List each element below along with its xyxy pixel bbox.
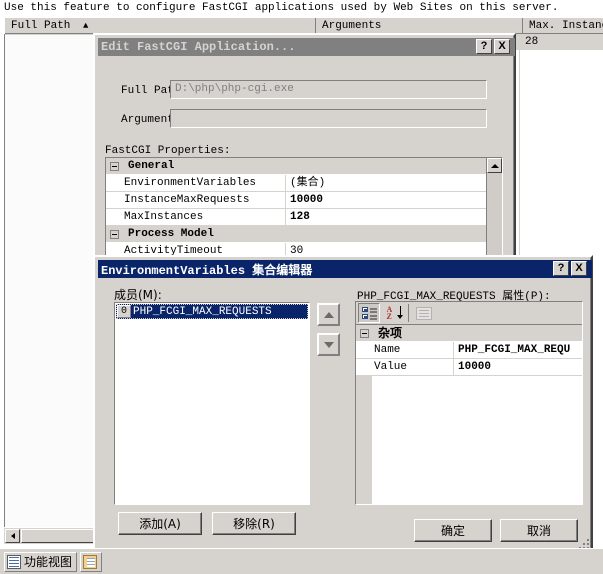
property-pages-icon (416, 307, 432, 320)
members-listbox[interactable]: 0 PHP_FCGI_MAX_REQUESTS (114, 302, 310, 505)
alphabetical-sort-button[interactable]: A Z (382, 303, 404, 323)
collection-editor-titlebar[interactable]: EnvironmentVariables 集合编辑器 (98, 260, 592, 278)
horizontal-scrollbar[interactable] (4, 527, 103, 544)
edit-dialog-title-buttons: ? X (476, 39, 510, 54)
cancel-button[interactable]: 取消 (500, 519, 578, 542)
full-path-input[interactable]: D:\php\php-cgi.exe (170, 80, 487, 99)
list-item-index: 0 (117, 305, 131, 318)
edit-dialog-titlebar[interactable]: Edit FastCGI Application... (98, 38, 515, 56)
grid-left-pane (5, 35, 102, 531)
help-button[interactable]: ? (476, 39, 492, 54)
collapse-icon[interactable] (110, 162, 119, 171)
collection-editor-title-buttons: ? X (553, 261, 587, 276)
features-view-icon (7, 555, 21, 569)
property-name: MaxInstances (106, 209, 286, 225)
grid-header: Full Path ▲ Arguments Max. Instance (4, 17, 603, 34)
property-name: EnvironmentVariables (106, 175, 286, 191)
ok-button[interactable]: 确定 (414, 519, 492, 542)
ok-button-label: 确定 (441, 522, 465, 539)
property-value[interactable]: (集合) (286, 175, 502, 191)
arguments-input[interactable] (170, 109, 487, 128)
property-value[interactable]: 10000 (454, 359, 582, 375)
cancel-button-label: 取消 (527, 522, 551, 539)
property-category-process-model-label: Process Model (128, 228, 214, 240)
categorized-view-icon (362, 307, 377, 320)
scroll-left-button[interactable] (5, 529, 20, 543)
collection-editor-title: EnvironmentVariables 集合编辑器 (101, 261, 312, 278)
property-row-value[interactable]: Value 10000 (356, 359, 582, 376)
close-button[interactable]: X (571, 261, 587, 276)
view-tabbar: 功能视图 (0, 548, 603, 574)
collection-editor-dialog: EnvironmentVariables 集合编辑器 ? X 成员(M): 0 … (93, 255, 593, 553)
property-category-process-model[interactable]: Process Model (106, 226, 502, 243)
property-name: InstanceMaxRequests (106, 192, 286, 208)
scroll-up-button[interactable] (487, 158, 502, 173)
fastcgi-properties-label: FastCGI Properties: (105, 145, 230, 157)
property-category-misc-label: 杂项 (378, 326, 402, 340)
page-description: Use this feature to configure FastCGI ap… (4, 2, 559, 14)
tab-features-view[interactable]: 功能视图 (4, 552, 77, 572)
edit-dialog-title: Edit FastCGI Application... (101, 40, 295, 54)
cell-max-instances: 28 (519, 34, 603, 50)
property-category-misc[interactable]: 杂项 (356, 325, 582, 342)
list-item-label: PHP_FCGI_MAX_REQUESTS (133, 306, 272, 318)
alphabetical-sort-icon: A Z (386, 306, 401, 320)
property-name: Value (356, 359, 454, 375)
move-up-button[interactable] (317, 303, 340, 326)
property-value[interactable]: 128 (286, 209, 502, 225)
close-button[interactable]: X (494, 39, 510, 54)
content-view-icon (83, 555, 97, 569)
sort-ascending-icon: ▲ (83, 21, 88, 31)
members-label: 成员(M): (114, 286, 162, 303)
property-grid-scrollbar[interactable] (486, 158, 502, 256)
tab-content-view[interactable] (80, 552, 102, 572)
column-header-full-path[interactable]: Full Path ▲ (5, 18, 316, 34)
collapse-icon[interactable] (360, 329, 369, 338)
property-row-environmentvariables[interactable]: EnvironmentVariables (集合) (106, 175, 502, 192)
screen: Use this feature to configure FastCGI ap… (0, 0, 603, 574)
move-down-button[interactable] (317, 333, 340, 356)
property-row-instancemaxrequests[interactable]: InstanceMaxRequests 10000 (106, 192, 502, 209)
collapse-icon[interactable] (110, 230, 119, 239)
column-header-arguments[interactable]: Arguments (316, 18, 523, 34)
arrow-left-icon (11, 533, 15, 539)
column-header-arguments-label: Arguments (322, 20, 381, 32)
property-category-general[interactable]: General (106, 158, 502, 175)
property-pages-button[interactable] (413, 303, 435, 323)
column-header-max-instances-label: Max. Instance (529, 20, 603, 32)
arrow-down-icon (324, 342, 334, 348)
fastcgi-properties-grid[interactable]: General EnvironmentVariables (集合) Instan… (105, 157, 503, 257)
property-value[interactable]: PHP_FCGI_MAX_REQU (454, 342, 582, 358)
property-value[interactable]: 10000 (286, 192, 502, 208)
remove-button[interactable]: 移除(R) (212, 512, 296, 535)
property-name: Name (356, 342, 454, 358)
arrow-up-icon (324, 312, 334, 318)
help-button[interactable]: ? (553, 261, 569, 276)
scrollbar-thumb[interactable] (21, 529, 101, 543)
edit-fastcgi-application-dialog: Edit FastCGI Application... ? X Full Pat… (93, 33, 516, 265)
tab-features-view-label: 功能视图 (24, 552, 72, 572)
property-category-general-label: General (128, 160, 174, 172)
list-item[interactable]: 0 PHP_FCGI_MAX_REQUESTS (116, 304, 308, 319)
member-property-grid[interactable]: A Z 杂项 Name (355, 301, 583, 505)
property-grid-toolbar: A Z (356, 302, 582, 325)
toolbar-separator (408, 304, 409, 322)
property-grid-body: 杂项 Name PHP_FCGI_MAX_REQU Value 10000 (356, 325, 582, 504)
add-button-label: 添加(A) (139, 515, 181, 532)
property-row-maxinstances[interactable]: MaxInstances 128 (106, 209, 502, 226)
property-row-name[interactable]: Name PHP_FCGI_MAX_REQU (356, 342, 582, 359)
categorized-view-button[interactable] (358, 303, 380, 323)
column-header-max-instances[interactable]: Max. Instance (523, 18, 603, 34)
arrow-up-icon (491, 164, 499, 168)
column-header-full-path-label: Full Path (11, 20, 70, 32)
remove-button-label: 移除(R) (233, 515, 275, 532)
add-button[interactable]: 添加(A) (118, 512, 202, 535)
